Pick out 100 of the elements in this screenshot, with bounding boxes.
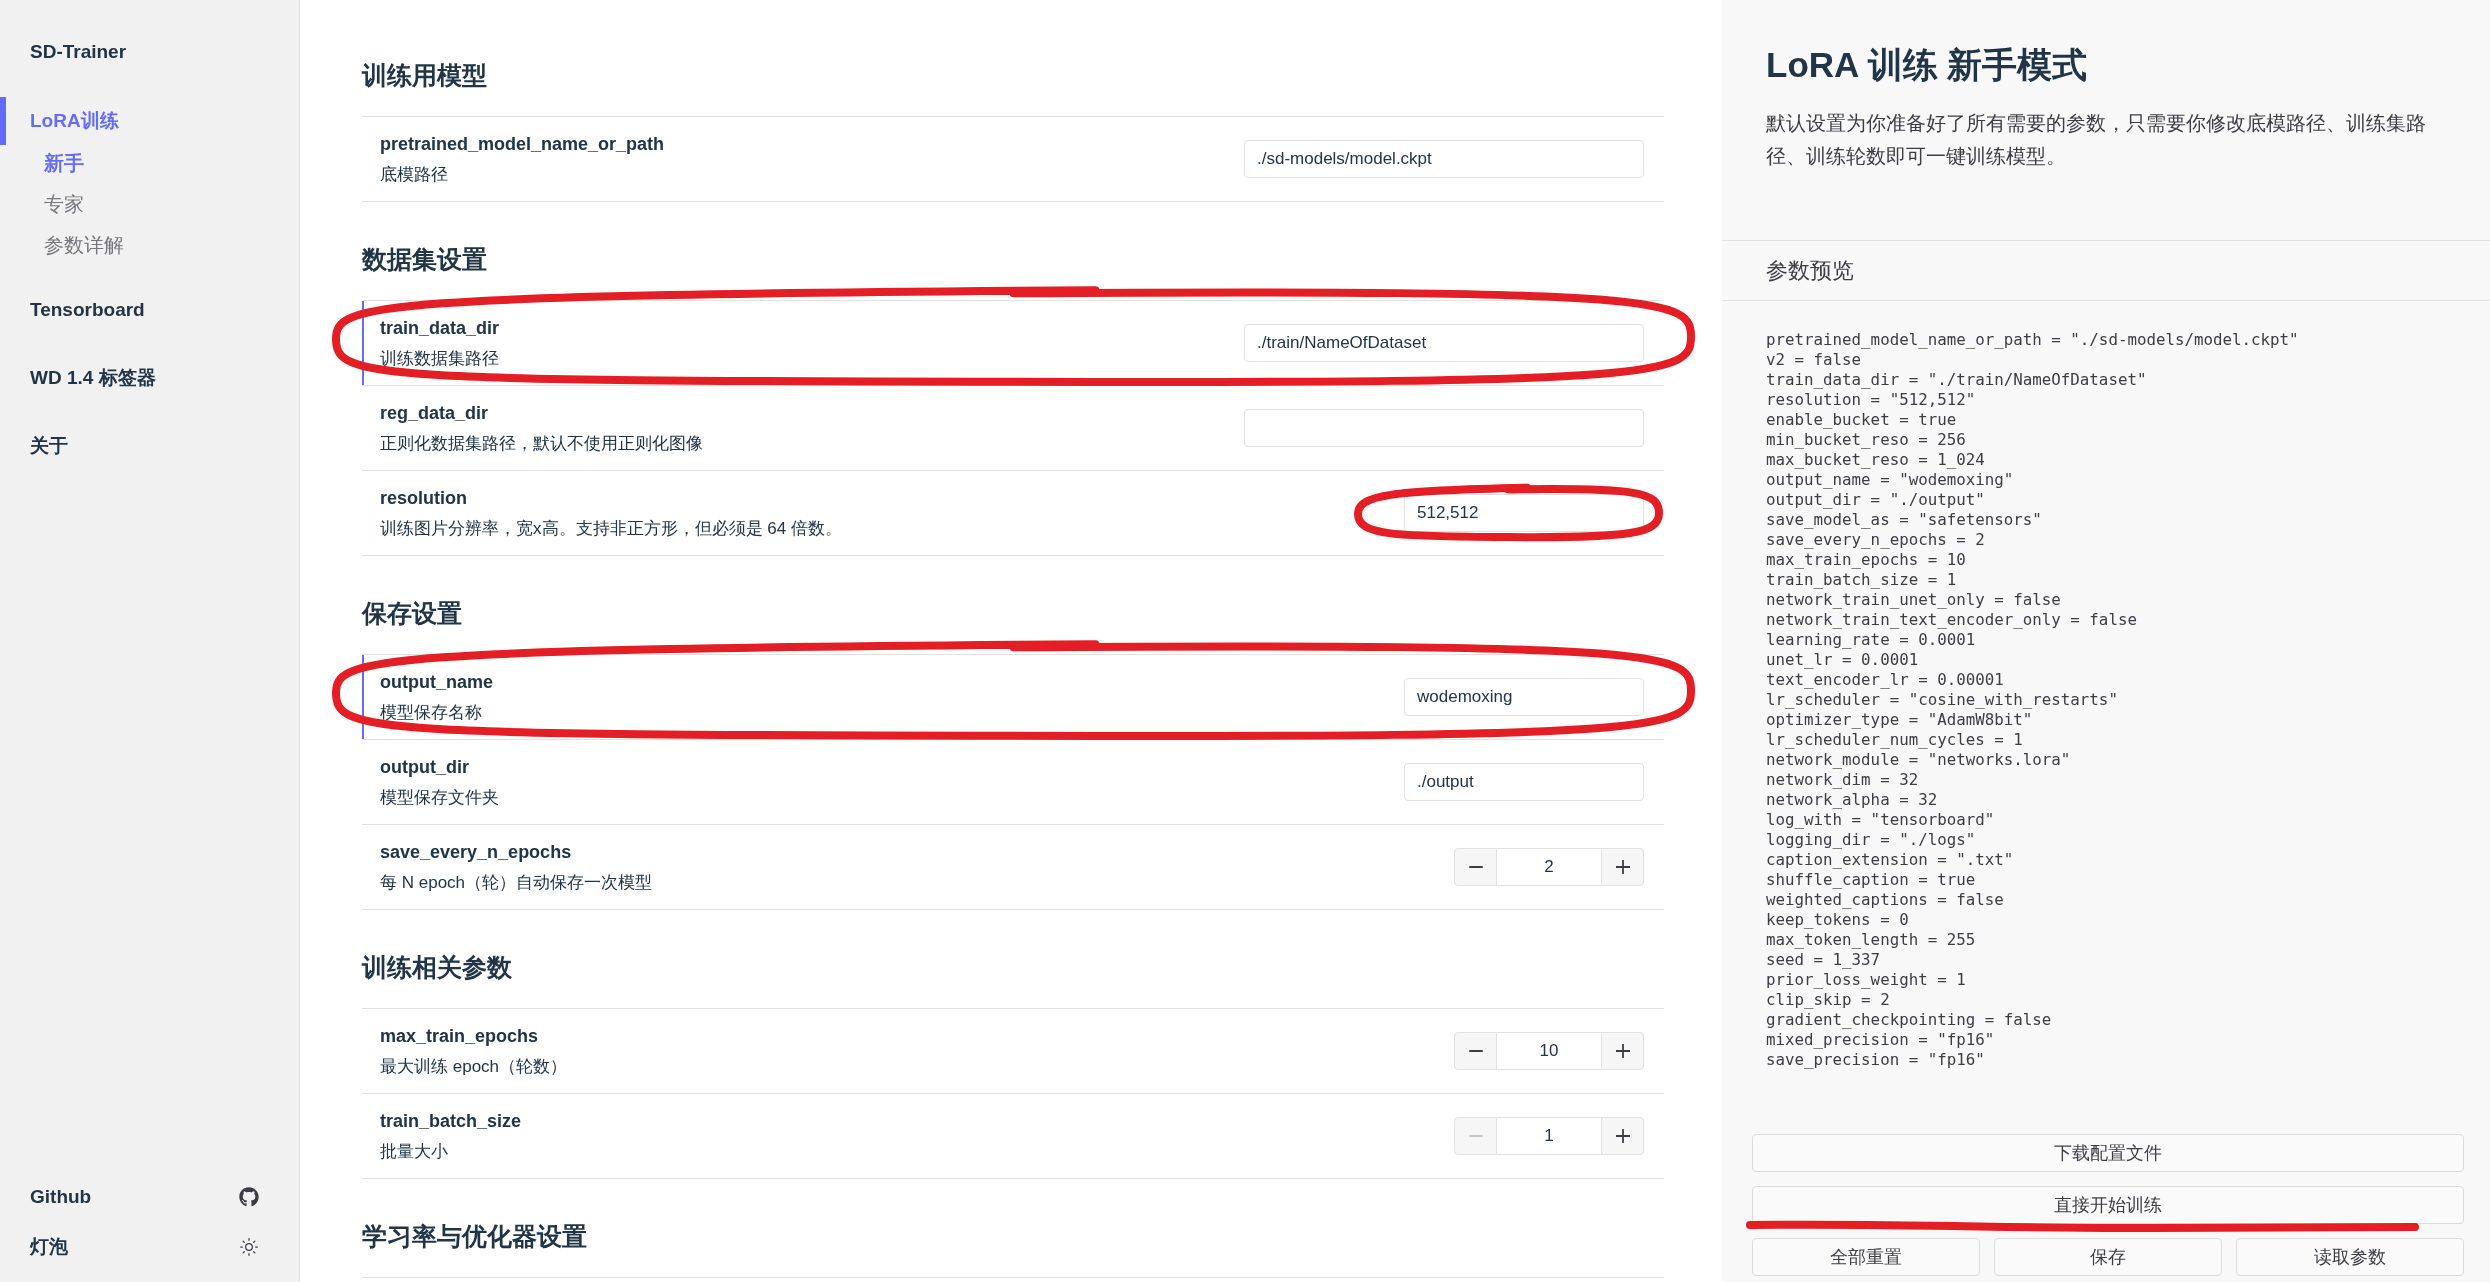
config-line: gradient_checkpointing = false [1766, 1010, 2052, 1030]
config-line: save_precision = "fp16" [1766, 1050, 1985, 1070]
panel-description: 默认设置为你准备好了所有需要的参数，只需要你修改底模路径、训练集路径、训练轮数即可一键训练模型。 [1766, 111, 2427, 169]
config-line: train_data_dir = "./train/NameOfDataset" [1766, 370, 2147, 390]
section-heading: 保存设置 [362, 598, 462, 629]
panel-title: LoRA 训练 新手模式 [1766, 44, 2088, 86]
setting-description: 正则化数据集路径，默认不使用正则化图像 [380, 433, 703, 455]
config-line: max_bucket_reso = 1_024 [1766, 450, 1985, 470]
config-line: resolution = "512,512" [1766, 390, 1976, 410]
setting-name: resolution [380, 487, 467, 510]
config-line: unet_lr = 0.0001 [1766, 650, 1919, 670]
config-line: save_model_as = "safetensors" [1766, 510, 2042, 530]
nav-link[interactable]: WD 1.4 标签器 [30, 364, 156, 392]
setting-name: train_batch_size [380, 1110, 522, 1133]
setting-description: 每 N epoch（轮）自动保存一次模型 [380, 872, 653, 894]
setting-name: train_data_dir [380, 317, 500, 340]
setting-description: 底模路径 [380, 164, 448, 186]
config-line: optimizer_type = "AdamW8bit" [1766, 710, 2033, 730]
config-line: save_every_n_epochs = 2 [1766, 530, 1985, 550]
action-button[interactable]: 下载配置文件 [1752, 1134, 2464, 1172]
minus-icon [1468, 866, 1483, 868]
setting-name: pretrained_model_name_or_path [380, 133, 665, 156]
setting-name: save_every_n_epochs [380, 841, 572, 864]
config-line: min_bucket_reso = 256 [1766, 430, 1966, 450]
nav-sublink[interactable]: 新手 [44, 149, 84, 177]
number-field[interactable]: 2 [1497, 848, 1601, 886]
number-field[interactable]: 10 [1497, 1032, 1601, 1070]
increment-button[interactable] [1601, 1032, 1644, 1070]
setting-name: output_name [380, 671, 493, 694]
github-link[interactable]: Github [30, 1183, 259, 1211]
setting-description: 模型保存文件夹 [380, 787, 499, 809]
config-line: learning_rate = 0.0001 [1766, 630, 1976, 650]
theme-toggle[interactable]: 灯泡 [30, 1233, 259, 1261]
config-line: seed = 1_337 [1766, 950, 1881, 970]
config-line: max_train_epochs = 10 [1766, 550, 1966, 570]
section-heading: 训练相关参数 [362, 952, 512, 983]
config-line: clip_skip = 2 [1766, 990, 1890, 1010]
config-line: keep_tokens = 0 [1766, 910, 1909, 930]
config-line: shuffle_caption = true [1766, 870, 1976, 890]
config-line: v2 = false [1766, 350, 1862, 370]
nav-sublink[interactable]: 参数详解 [44, 231, 124, 259]
config-line: prior_loss_weight = 1 [1766, 970, 1966, 990]
section-heading: 学习率与优化器设置 [362, 1221, 587, 1252]
config-line: weighted_captions = false [1766, 890, 2004, 910]
minus-icon [1468, 1050, 1483, 1052]
plus-icon [1615, 1044, 1630, 1058]
config-line: lr_scheduler = "cosine_with_restarts" [1766, 690, 2118, 710]
config-line: network_alpha = 32 [1766, 790, 1938, 810]
config-line: pretrained_model_name_or_path = "./sd-models/model.ckpt" [1766, 330, 2299, 350]
setting-description: 训练图片分辨率，宽x高。支持非正方形，但必须是 64 倍数。 [380, 518, 842, 540]
config-line: network_dim = 32 [1766, 770, 1919, 790]
decrement-button[interactable] [1454, 1032, 1497, 1070]
text-field[interactable]: ./sd-models/model.ckpt [1244, 140, 1644, 178]
app-title[interactable]: SD-Trainer [30, 38, 127, 66]
text-field[interactable]: 512,512 [1404, 494, 1644, 532]
setting-name: max_train_epochs [380, 1025, 539, 1048]
setting-description: 训练数据集路径 [380, 348, 499, 370]
setting-description: 批量大小 [380, 1141, 448, 1163]
text-field[interactable]: ./train/NameOfDataset [1244, 324, 1644, 362]
increment-button[interactable] [1601, 1117, 1644, 1155]
config-line: logging_dir = "./logs" [1766, 830, 1976, 850]
decrement-button[interactable] [1454, 848, 1497, 886]
text-field[interactable]: wodemoxing [1404, 678, 1644, 716]
setting-name: output_dir [380, 756, 469, 779]
section-heading: 数据集设置 [362, 244, 487, 275]
action-button[interactable]: 读取参数 [2236, 1238, 2464, 1276]
config-line: network_module = "networks.lora" [1766, 750, 2071, 770]
config-line: output_name = "wodemoxing" [1766, 470, 2014, 490]
config-line: mixed_precision = "fp16" [1766, 1030, 1995, 1050]
sun-icon [239, 1237, 259, 1257]
increment-button[interactable] [1601, 848, 1644, 886]
config-line: network_train_text_encoder_only = false [1766, 610, 2137, 630]
config-line: enable_bucket = true [1766, 410, 1957, 430]
text-field[interactable] [1244, 409, 1644, 447]
section-heading: 训练用模型 [362, 60, 487, 91]
preview-heading: 参数预览 [1766, 257, 1854, 285]
nav-link[interactable]: 关于 [30, 432, 68, 460]
config-line: output_dir = "./output" [1766, 490, 1985, 510]
minus-icon [1468, 1135, 1483, 1137]
config-line: max_token_length = 255 [1766, 930, 1976, 950]
setting-description: 最大训练 epoch（轮数） [380, 1056, 568, 1078]
config-line: log_with = "tensorboard" [1766, 810, 1995, 830]
action-button[interactable]: 全部重置 [1752, 1238, 1980, 1276]
action-button[interactable]: 保存 [1994, 1238, 2222, 1276]
setting-name: reg_data_dir [380, 402, 489, 425]
config-line: text_encoder_lr = 0.00001 [1766, 670, 2004, 690]
nav-link[interactable]: LoRA训练 [0, 97, 119, 145]
nav-link[interactable]: Tensorboard [30, 296, 145, 324]
config-line: network_train_unet_only = false [1766, 590, 2061, 610]
action-button[interactable]: 直接开始训练 [1752, 1186, 2464, 1224]
config-line: lr_scheduler_num_cycles = 1 [1766, 730, 2023, 750]
text-field[interactable]: ./output [1404, 763, 1644, 801]
github-icon [239, 1187, 259, 1207]
config-line: train_batch_size = 1 [1766, 570, 1957, 590]
number-field[interactable]: 1 [1497, 1117, 1601, 1155]
config-line: caption_extension = ".txt" [1766, 850, 2014, 870]
setting-description: 模型保存名称 [380, 702, 482, 724]
plus-icon [1615, 1129, 1630, 1143]
plus-icon [1615, 860, 1630, 874]
nav-sublink[interactable]: 专家 [44, 190, 84, 218]
